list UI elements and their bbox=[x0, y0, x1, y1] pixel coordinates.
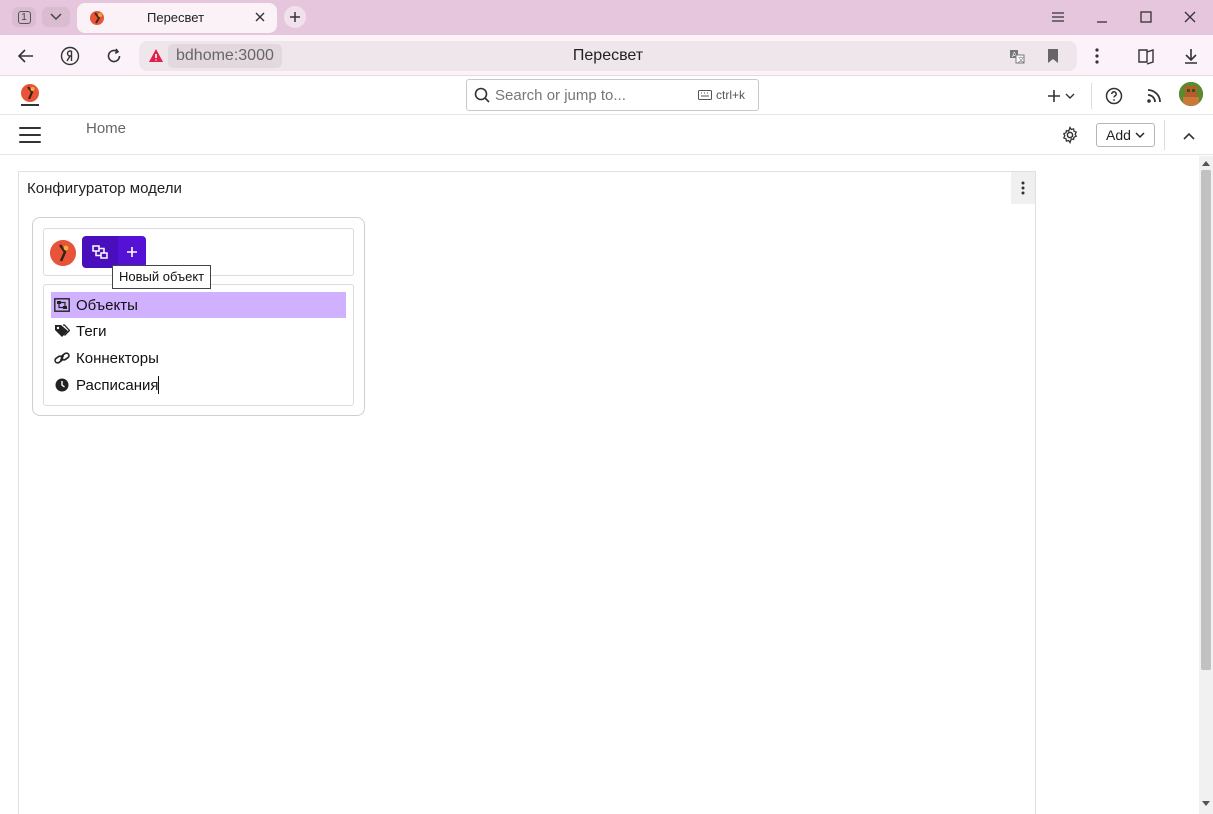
minimize-button[interactable] bbox=[1092, 8, 1112, 26]
chevron-up-icon bbox=[1183, 132, 1195, 140]
dashboard-settings-button[interactable] bbox=[1060, 125, 1080, 145]
url-host: bdhome:3000 bbox=[168, 44, 282, 68]
menu-item-label: Коннекторы bbox=[76, 349, 159, 367]
window-close-button[interactable] bbox=[1180, 8, 1200, 26]
search-shortcut: ctrl+k bbox=[698, 88, 745, 102]
new-object-button[interactable] bbox=[118, 236, 146, 268]
plus-icon bbox=[127, 247, 137, 257]
app-logo[interactable] bbox=[19, 83, 41, 109]
menu-toggle-button[interactable] bbox=[19, 127, 41, 143]
add-button[interactable]: Add bbox=[1096, 123, 1155, 147]
close-icon bbox=[1184, 11, 1196, 23]
plus-icon bbox=[1048, 90, 1060, 102]
help-button[interactable] bbox=[1104, 85, 1124, 107]
browser-tabstrip: 1 Пересвет bbox=[0, 0, 1213, 35]
more-vertical-icon bbox=[1095, 48, 1099, 64]
object-tree-icon bbox=[92, 245, 108, 259]
download-icon bbox=[1185, 49, 1197, 64]
header-divider bbox=[1091, 83, 1092, 109]
menu-item-schedules[interactable]: Расписания bbox=[51, 372, 346, 398]
menu-item-label: Теги bbox=[76, 322, 107, 340]
more-vertical-icon bbox=[1021, 181, 1025, 195]
browser-address-bar: Пересвет bdhome:3000 A文 bbox=[0, 35, 1213, 76]
reload-icon bbox=[107, 48, 121, 63]
menu-lines-icon bbox=[1052, 12, 1064, 22]
breadcrumb-home[interactable]: Home bbox=[86, 120, 126, 137]
panel-menu-button[interactable] bbox=[1011, 172, 1035, 204]
chevron-down-icon bbox=[50, 13, 62, 21]
tab-count-button[interactable]: 1 bbox=[12, 7, 36, 27]
menu-item-connectors[interactable]: Коннекторы bbox=[51, 345, 346, 371]
browser-menu-button[interactable] bbox=[1048, 8, 1068, 26]
keyboard-icon bbox=[698, 90, 712, 100]
reload-button[interactable] bbox=[103, 45, 125, 67]
search-icon bbox=[474, 87, 490, 103]
maximize-icon bbox=[1140, 11, 1152, 23]
collections-button[interactable] bbox=[1135, 45, 1157, 67]
chevron-down-icon bbox=[1135, 132, 1145, 139]
search-placeholder: Search or jump to... bbox=[495, 87, 626, 104]
user-avatar[interactable] bbox=[1179, 82, 1203, 106]
page-toolbar: Home Add bbox=[0, 115, 1213, 155]
scrollbar-thumb[interactable] bbox=[1201, 170, 1211, 670]
object-button-group bbox=[82, 236, 146, 268]
bookmark-icon[interactable] bbox=[1044, 47, 1062, 65]
rss-icon bbox=[1147, 89, 1161, 103]
app-header: Search or jump to... ctrl+k bbox=[0, 77, 1213, 115]
add-button-label: Add bbox=[1106, 127, 1131, 143]
menu-item-tags[interactable]: Теги bbox=[51, 318, 346, 344]
app-logo-small bbox=[50, 240, 76, 266]
gear-icon bbox=[1062, 126, 1078, 144]
downloads-button[interactable] bbox=[1180, 45, 1202, 67]
menu-item-label: Расписания bbox=[76, 376, 159, 394]
panel-title: Конфигуратор модели bbox=[27, 180, 182, 197]
arrow-left-icon bbox=[18, 49, 33, 63]
model-configurator-card: Новый объект Объекты Теги Коннекторы Рас… bbox=[32, 217, 365, 416]
objects-icon bbox=[54, 297, 70, 313]
page-scrollbar[interactable] bbox=[1199, 156, 1213, 814]
toolbar-divider bbox=[1164, 120, 1165, 150]
plus-icon bbox=[290, 12, 300, 22]
maximize-button[interactable] bbox=[1136, 8, 1156, 26]
yandex-button[interactable] bbox=[59, 45, 81, 67]
chevron-down-icon bbox=[1065, 93, 1075, 99]
search-shortcut-label: ctrl+k bbox=[716, 88, 746, 102]
create-new-button[interactable] bbox=[1044, 85, 1078, 107]
url-field[interactable]: Пересвет bdhome:3000 A文 bbox=[139, 41, 1077, 71]
menu-item-label: Объекты bbox=[76, 296, 138, 314]
scroll-down-arrow[interactable] bbox=[1202, 800, 1210, 808]
link-icon bbox=[54, 350, 70, 366]
search-input[interactable]: Search or jump to... ctrl+k bbox=[466, 79, 759, 111]
tab-title: Пересвет bbox=[147, 10, 205, 25]
tab-close-button[interactable] bbox=[252, 9, 268, 25]
browser-tab-active[interactable]: Пересвет bbox=[77, 3, 277, 33]
site-favicon-icon bbox=[90, 11, 104, 25]
collapse-button[interactable] bbox=[1180, 127, 1198, 145]
minimize-icon bbox=[1097, 21, 1107, 23]
back-button[interactable] bbox=[15, 45, 37, 67]
close-icon bbox=[255, 12, 265, 22]
help-icon bbox=[1105, 87, 1123, 105]
translate-icon[interactable]: A文 bbox=[1008, 47, 1026, 65]
model-configurator-panel: Конфигуратор модели Новый объект Объекты… bbox=[18, 171, 1036, 814]
new-object-tooltip: Новый объект bbox=[112, 265, 212, 289]
collections-icon bbox=[1138, 49, 1154, 65]
clock-icon bbox=[54, 377, 70, 393]
text-cursor bbox=[158, 376, 160, 394]
model-menu-list: Объекты Теги Коннекторы Расписания bbox=[43, 284, 354, 406]
new-tab-button[interactable] bbox=[284, 6, 306, 28]
svg-text:文: 文 bbox=[1018, 56, 1024, 64]
objects-view-button[interactable] bbox=[82, 236, 118, 268]
security-warning-icon[interactable] bbox=[145, 45, 167, 67]
yandex-icon bbox=[60, 46, 80, 66]
dashboard-content: Конфигуратор модели Новый объект Объекты… bbox=[0, 156, 1199, 814]
menu-item-objects[interactable]: Объекты bbox=[51, 292, 346, 318]
tags-icon bbox=[54, 323, 70, 339]
tab-list-button[interactable] bbox=[42, 7, 70, 27]
more-options-button[interactable] bbox=[1086, 45, 1108, 67]
tab-count: 1 bbox=[17, 10, 31, 24]
scroll-up-arrow[interactable] bbox=[1202, 159, 1210, 167]
news-feed-button[interactable] bbox=[1144, 85, 1164, 107]
